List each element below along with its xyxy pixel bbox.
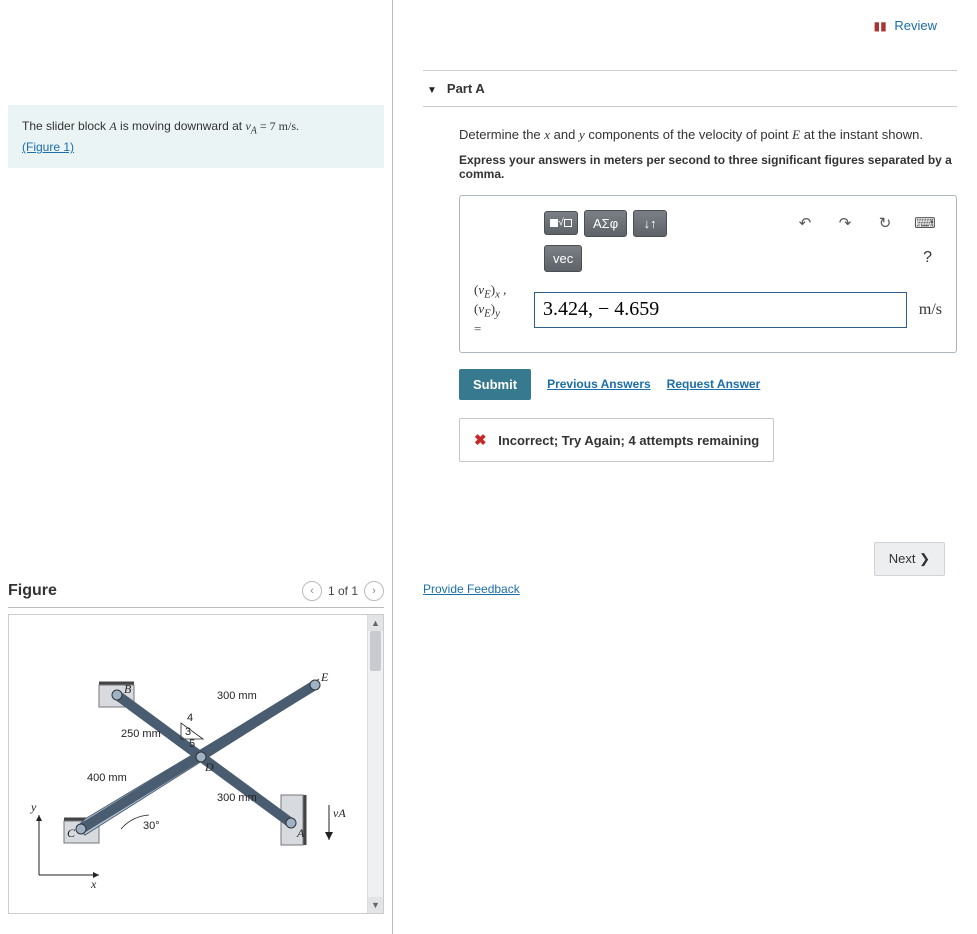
pager-prev-button[interactable]: ‹: [302, 581, 322, 601]
svg-text:B: B: [124, 682, 132, 696]
svg-text:y: y: [30, 800, 37, 814]
figure-link[interactable]: (Figure 1): [22, 140, 74, 154]
figure-viewport: B E D A C y x vA 300 mm 300 mm 250 mm 40…: [8, 614, 384, 914]
keyboard-button[interactable]: ⌨: [908, 210, 942, 236]
math-templates-button[interactable]: √: [544, 211, 578, 235]
scroll-up-icon[interactable]: ▲: [368, 615, 383, 631]
provide-feedback-link[interactable]: Provide Feedback: [423, 582, 520, 596]
svg-text:D: D: [204, 760, 214, 774]
svg-text:5: 5: [189, 738, 195, 750]
svg-text:400 mm: 400 mm: [87, 772, 127, 784]
answer-box: √ ΑΣφ ↓↑ ↶ ↷ ↻ ⌨ vec ? (vE)x ,: [459, 195, 957, 353]
answer-input[interactable]: [534, 292, 907, 328]
figure-pager: ‹ 1 of 1 ›: [302, 581, 384, 601]
answer-instructions: Express your answers in meters per secon…: [459, 153, 957, 181]
figure-panel: Figure ‹ 1 of 1 ›: [8, 581, 384, 924]
pager-next-button[interactable]: ›: [364, 581, 384, 601]
figure-scrollbar[interactable]: ▲ ▼: [367, 615, 383, 913]
undo-button[interactable]: ↶: [788, 210, 822, 236]
svg-text:4: 4: [187, 712, 193, 724]
svg-text:vA: vA: [333, 806, 346, 820]
part-description: Determine the x and y components of the …: [459, 125, 957, 145]
greek-symbols-button[interactable]: ΑΣφ: [584, 210, 627, 237]
flag-icon: ▮▮: [874, 19, 887, 33]
figure-title: Figure: [8, 582, 57, 600]
redo-button[interactable]: ↷: [828, 210, 862, 236]
review-link[interactable]: ▮▮ Review: [874, 18, 937, 33]
svg-text:C: C: [67, 826, 76, 840]
request-answer-link[interactable]: Request Answer: [667, 377, 761, 391]
svg-text:300 mm: 300 mm: [217, 690, 257, 702]
svg-text:300 mm: 300 mm: [217, 792, 257, 804]
svg-text:E: E: [320, 670, 329, 684]
mechanism-diagram: B E D A C y x vA 300 mm 300 mm 250 mm 40…: [29, 645, 359, 895]
svg-text:3: 3: [185, 726, 191, 738]
vec-button[interactable]: vec: [544, 245, 582, 272]
svg-text:A: A: [296, 826, 305, 840]
reset-button[interactable]: ↻: [868, 210, 902, 236]
svg-text:250 mm: 250 mm: [121, 728, 161, 740]
incorrect-icon: ✖: [474, 432, 487, 449]
answer-variable-label: (vE)x , (vE)y=: [474, 282, 534, 338]
part-a-header[interactable]: ▼Part A: [423, 70, 957, 107]
scroll-thumb[interactable]: [370, 631, 381, 671]
answer-unit: m/s: [919, 301, 942, 319]
next-button[interactable]: Next ❯: [874, 542, 945, 576]
collapse-icon: ▼: [427, 85, 437, 96]
feedback-message: ✖ Incorrect; Try Again; 4 attempts remai…: [459, 418, 774, 462]
scroll-down-icon[interactable]: ▼: [368, 897, 383, 913]
problem-intro: The slider block A is moving downward at…: [8, 105, 384, 168]
subscript-button[interactable]: ↓↑: [633, 210, 667, 237]
help-button[interactable]: ?: [923, 249, 932, 267]
previous-answers-link[interactable]: Previous Answers: [547, 377, 651, 391]
svg-text:x: x: [90, 877, 97, 891]
submit-button[interactable]: Submit: [459, 369, 531, 400]
svg-text:30°: 30°: [143, 820, 160, 832]
